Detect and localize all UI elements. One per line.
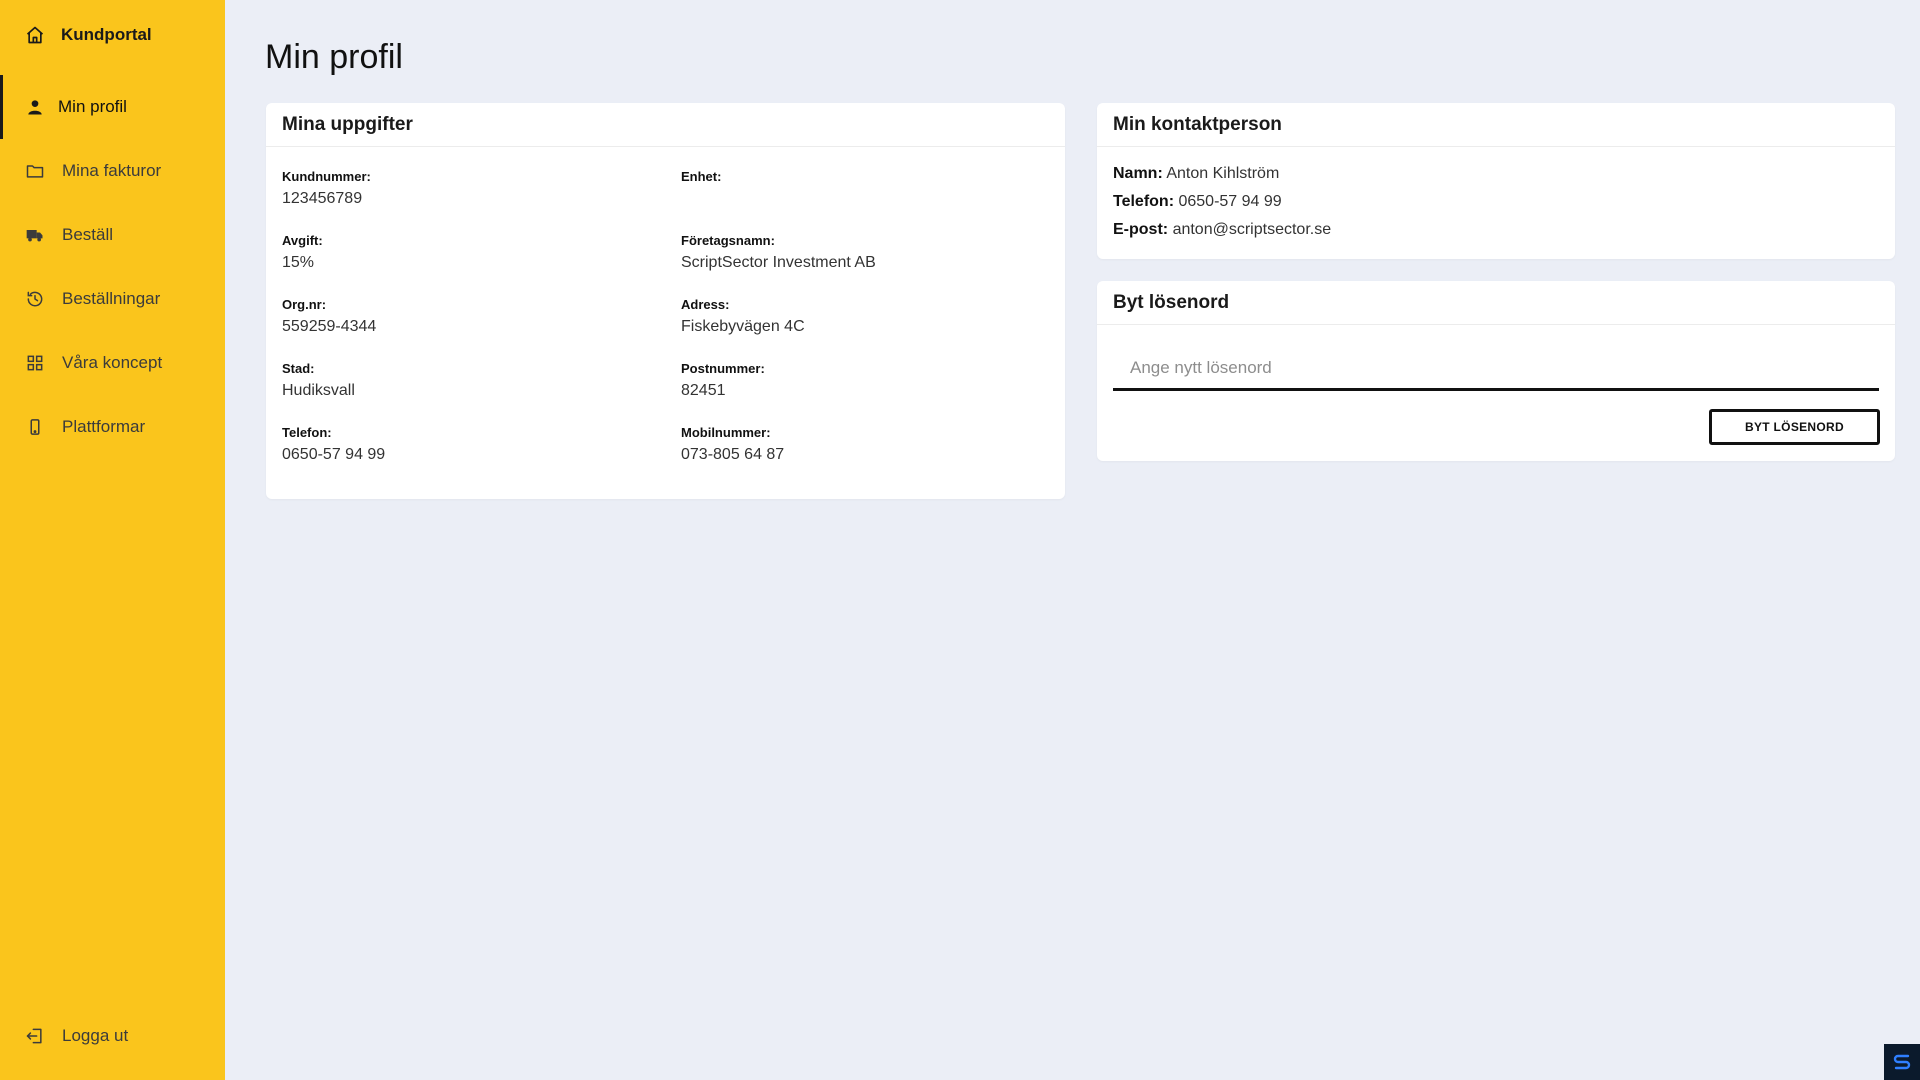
field-enhet: Enhet: [681,169,1071,210]
field-label: Kundnummer: [282,169,371,184]
sidebar-item-mina-fakturor[interactable]: Mina fakturor [0,139,225,203]
contact-phone-label: Telefon: [1113,193,1175,210]
history-icon [25,289,45,309]
contact-name-row: Namn: Anton Kihlström [1113,165,1279,183]
brand-link[interactable]: Kundportal [0,0,225,70]
field-value: 15% [282,254,315,271]
contact-email: anton@scriptsector.se [1172,221,1332,238]
sidebar-item-label: Mina fakturor [62,161,162,180]
field-value: 073-805 64 87 [681,446,785,463]
password-card: Byt lösenord BYT LÖSENORD [1097,281,1895,461]
field-mobilnummer: Mobilnummer: 073-805 64 87 [681,425,1071,466]
field-label: Stad: [282,361,315,376]
field-label: Telefon: [282,425,332,440]
sidebar: Kundportal Min profil Mina fakturor Best… [0,0,225,1080]
sidebar-item-vara-koncept[interactable]: Våra koncept [0,331,225,395]
new-password-input[interactable] [1113,347,1879,391]
password-card-title: Byt lösenord [1097,281,1895,325]
field-stad: Stad: Hudiksvall [282,361,672,402]
contact-email-label: E-post: [1113,221,1169,238]
details-card: Mina uppgifter Kundnummer: 123456789 Enh… [266,103,1065,499]
field-adress: Adress: Fiskebyvägen 4C [681,297,1071,338]
field-value: 559259-4344 [282,318,377,335]
logout-button[interactable]: Logga ut [0,1004,225,1068]
field-avgift: Avgift: 15% [282,233,672,274]
mobile-icon [25,417,45,437]
home-icon [25,25,45,45]
change-password-button[interactable]: BYT LÖSENORD [1709,409,1880,445]
user-icon [25,97,45,117]
sidebar-item-min-profil[interactable]: Min profil [0,75,225,139]
field-value: ScriptSector Investment AB [681,254,876,271]
sidebar-item-label: Beställningar [62,289,161,308]
field-label: Postnummer: [681,361,765,376]
field-postnummer: Postnummer: 82451 [681,361,1071,402]
app-badge-icon[interactable] [1884,1044,1920,1080]
folder-icon [25,161,45,181]
grid-icon [25,353,45,373]
sidebar-item-bestall[interactable]: Beställ [0,203,225,267]
contact-card-title: Min kontaktperson [1097,103,1895,147]
field-label: Företagsnamn: [681,233,775,248]
field-orgnr: Org.nr: 559259-4344 [282,297,672,338]
field-value: Fiskebyvägen 4C [681,318,805,335]
brand-label: Kundportal [61,25,152,44]
sidebar-item-label: Beställ [62,225,114,244]
field-label: Avgift: [282,233,323,248]
sidebar-item-label: Min profil [58,97,127,116]
contact-phone-row: Telefon: 0650-57 94 99 [1113,193,1282,211]
field-label: Mobilnummer: [681,425,771,440]
field-foretagsnamn: Företagsnamn: ScriptSector Investment AB [681,233,1071,274]
sidebar-item-plattformar[interactable]: Plattformar [0,395,225,459]
field-label: Adress: [681,297,730,312]
field-telefon: Telefon: 0650-57 94 99 [282,425,672,466]
field-value: Hudiksvall [282,382,355,399]
details-card-title: Mina uppgifter [266,103,1065,147]
field-value: 0650-57 94 99 [282,446,386,463]
sidebar-item-label: Plattformar [62,417,146,436]
contact-name-label: Namn: [1113,165,1163,182]
field-value: 123456789 [282,190,363,207]
logout-label: Logga ut [62,1026,129,1045]
field-label: Org.nr: [282,297,327,312]
page-title: Min profil [265,38,403,76]
logout-icon [25,1026,45,1046]
truck-icon [25,225,45,245]
contact-phone: 0650-57 94 99 [1178,193,1282,210]
contact-name: Anton Kihlström [1166,165,1280,182]
sidebar-item-label: Våra koncept [62,353,163,372]
field-value: 82451 [681,382,726,399]
contact-card: Min kontaktperson Namn: Anton Kihlström … [1097,103,1895,259]
contact-email-row: E-post: anton@scriptsector.se [1113,221,1331,239]
field-label: Enhet: [681,169,722,184]
field-value [681,190,1071,210]
sidebar-item-bestallningar[interactable]: Beställningar [0,267,225,331]
field-kundnummer: Kundnummer: 123456789 [282,169,672,210]
